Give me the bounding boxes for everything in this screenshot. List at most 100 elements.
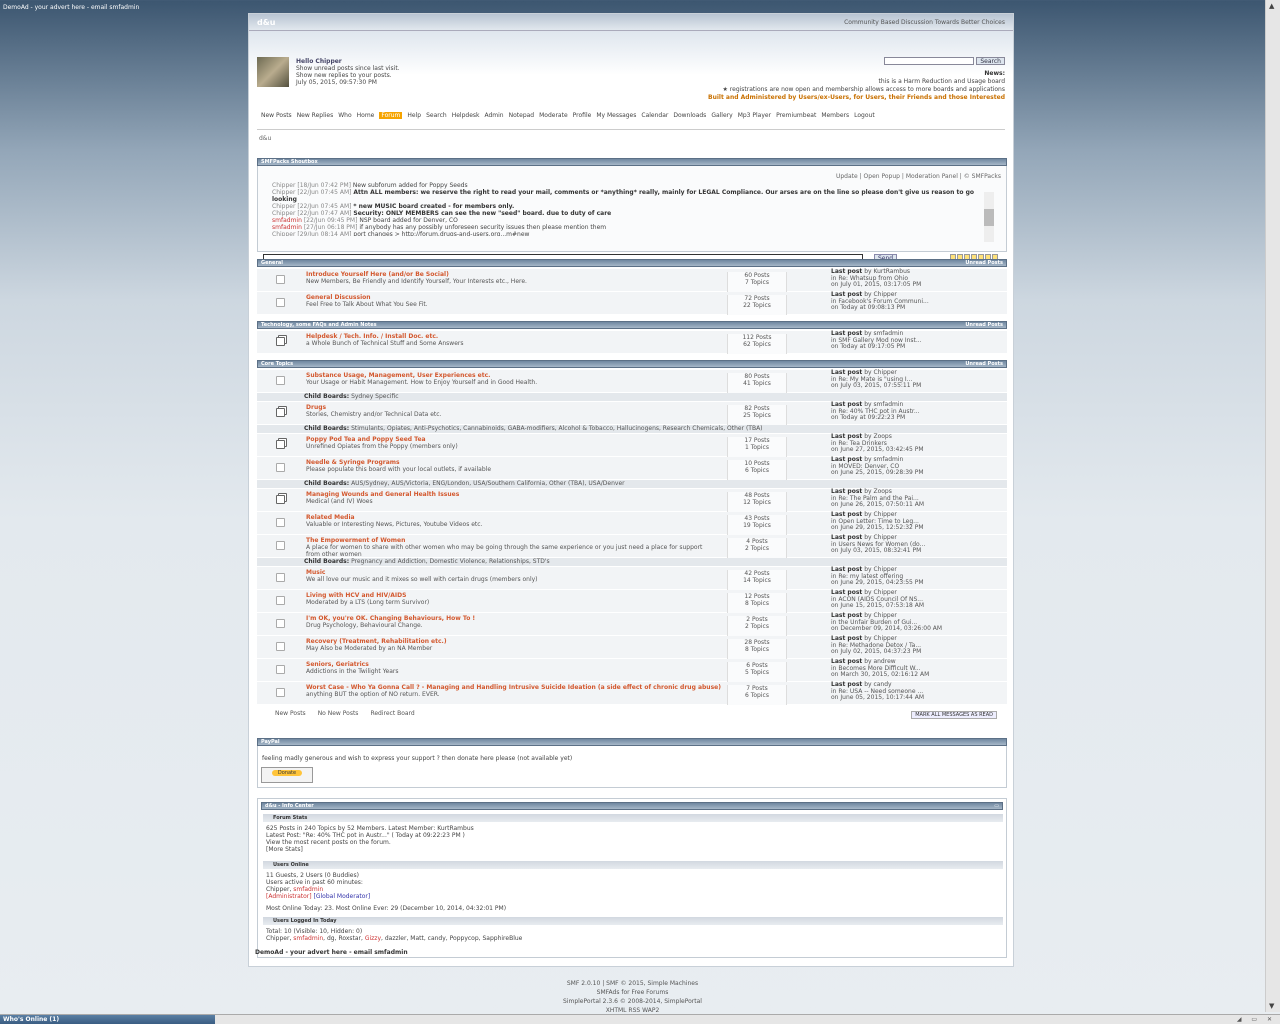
shoutbox-links[interactable]: Update | Open Popup | Moderation Panel |… xyxy=(836,173,1001,180)
menu-item-members[interactable]: Members xyxy=(821,112,849,119)
menu-item-helpdesk[interactable]: Helpdesk xyxy=(452,112,480,119)
online-user-smfadmin[interactable]: smfadmin xyxy=(293,886,323,893)
new-posts-icon[interactable] xyxy=(276,495,285,504)
last-post-author[interactable]: by Chipper xyxy=(864,369,897,376)
no-new-posts-icon[interactable] xyxy=(276,275,285,284)
menu-item-my-messages[interactable]: My Messages xyxy=(596,112,636,119)
menu-item-forum[interactable]: Forum xyxy=(379,112,403,119)
shout-user[interactable]: Chipper xyxy=(272,203,295,210)
last-post-author[interactable]: by smfadmin xyxy=(864,330,903,337)
child-boards-list[interactable]: Pregnancy and Addiction, Domestic Violen… xyxy=(351,558,550,565)
last-post-author[interactable]: by candy xyxy=(864,681,891,688)
last-post-author[interactable]: by Zoops xyxy=(864,433,892,440)
menu-item-admin[interactable]: Admin xyxy=(484,112,503,119)
role-administrator[interactable]: [Administrator] xyxy=(266,893,312,900)
online-user-chipper[interactable]: Chipper xyxy=(266,886,289,893)
shoutbox-scroll-thumb[interactable] xyxy=(984,209,994,226)
today-user[interactable]: candy xyxy=(428,935,446,942)
child-boards-list[interactable]: Sydney Specific xyxy=(351,393,398,400)
whos-online-label[interactable]: Who's Online (1) xyxy=(0,1015,215,1024)
board-name[interactable]: Introduce Yourself Here (and/or Be Socia… xyxy=(306,271,449,278)
shout-user[interactable]: Chipper xyxy=(272,231,295,236)
last-post-author[interactable]: by Chipper xyxy=(864,291,897,298)
search-button[interactable]: Search xyxy=(976,57,1005,65)
today-user[interactable]: dazzler xyxy=(385,935,407,942)
new-replies-link[interactable]: Show new replies to your posts. xyxy=(296,72,400,79)
board-name[interactable]: Managing Wounds and General Health Issue… xyxy=(306,491,459,498)
stats-recent-posts-link[interactable]: View the most recent posts on the forum. xyxy=(266,839,474,846)
no-new-posts-icon[interactable] xyxy=(276,642,285,651)
unread-posts-link[interactable]: Unread Posts xyxy=(965,361,1003,367)
board-name[interactable]: Helpdesk / Tech. Info. / Install Doc. et… xyxy=(306,333,438,340)
unread-posts-link[interactable]: Unread Posts xyxy=(965,260,1003,266)
footer-smf[interactable]: SMF 2.0.10 | SMF © 2015, Simple Machines xyxy=(0,979,1265,988)
no-new-posts-icon[interactable] xyxy=(276,688,285,697)
today-user[interactable]: Chipper xyxy=(266,935,289,942)
last-post-author[interactable]: by smfadmin xyxy=(864,456,903,463)
menu-item-mp3-player[interactable]: Mp3 Player xyxy=(738,112,771,119)
last-post-author[interactable]: by KurtRambus xyxy=(864,268,910,275)
no-new-posts-icon[interactable] xyxy=(276,619,285,628)
new-posts-icon[interactable] xyxy=(276,337,285,346)
last-post-author[interactable]: by Chipper xyxy=(864,511,897,518)
today-user[interactable]: Gizzy xyxy=(365,935,381,942)
board-name[interactable]: Needle & Syringe Programs xyxy=(306,459,400,466)
last-post-author[interactable]: by Chipper xyxy=(864,612,897,619)
shout-user[interactable]: Chipper xyxy=(272,182,295,189)
category-title[interactable]: Core Topics xyxy=(261,361,293,367)
collapse-icon[interactable]: ▭ xyxy=(994,803,999,809)
today-user[interactable]: smfadmin xyxy=(293,935,323,942)
menu-item-help[interactable]: Help xyxy=(407,112,421,119)
more-stats-link[interactable]: [More Stats] xyxy=(266,846,474,853)
footer-simpleportal[interactable]: SimplePortal 2.3.6 © 2008-2014, SimplePo… xyxy=(0,997,1265,1006)
category-title[interactable]: Technology, some FAQs and Admin Notes xyxy=(261,322,377,328)
shoutbox-scrollbar[interactable] xyxy=(984,192,994,242)
board-name[interactable]: Worst Case - Who Ya Gonna Call ? - Manag… xyxy=(306,684,721,691)
new-posts-icon[interactable] xyxy=(276,408,285,417)
category-title[interactable]: General xyxy=(261,260,283,266)
board-name[interactable]: Recovery (Treatment, Rehabilitation etc.… xyxy=(306,638,447,645)
no-new-posts-icon[interactable] xyxy=(276,298,285,307)
no-new-posts-icon[interactable] xyxy=(276,376,285,385)
menu-item-new-posts[interactable]: New Posts xyxy=(261,112,292,119)
board-name[interactable]: Living with HCV and HIV/AIDS xyxy=(306,592,406,599)
no-new-posts-icon[interactable] xyxy=(276,573,285,582)
menu-item-notepad[interactable]: Notepad xyxy=(509,112,535,119)
search-input[interactable] xyxy=(884,57,975,65)
last-post-author[interactable]: by smfadmin xyxy=(864,401,903,408)
last-post-author[interactable]: by andrew xyxy=(864,658,896,665)
menu-item-moderate[interactable]: Moderate xyxy=(539,112,568,119)
avatar[interactable] xyxy=(257,57,289,87)
breadcrumb[interactable]: d&u xyxy=(259,135,271,142)
board-name[interactable]: Drugs xyxy=(306,404,326,411)
unread-posts-link[interactable]: Unread Posts xyxy=(965,322,1003,328)
scroll-up-icon[interactable]: ▲ xyxy=(1269,2,1274,10)
last-post-author[interactable]: by Zoops xyxy=(864,488,892,495)
menu-item-new-replies[interactable]: New Replies xyxy=(297,112,334,119)
shout-user[interactable]: Chipper xyxy=(272,189,295,196)
today-user[interactable]: Matt xyxy=(410,935,424,942)
forum-name[interactable]: d&u xyxy=(257,18,275,27)
board-name[interactable]: Music xyxy=(306,569,325,576)
last-post-author[interactable]: by Chipper xyxy=(864,566,897,573)
menu-item-premiumbeat[interactable]: Premiumbeat xyxy=(776,112,816,119)
board-name[interactable]: General Discussion xyxy=(306,294,371,301)
page-scrollbar[interactable]: ▲ ▼ xyxy=(1265,0,1280,1012)
menu-item-home[interactable]: Home xyxy=(357,112,375,119)
menu-item-profile[interactable]: Profile xyxy=(573,112,592,119)
child-boards-list[interactable]: Stimulants, Opiates, Anti-Psychotics, Ca… xyxy=(351,425,762,432)
board-name[interactable]: Related Media xyxy=(306,514,355,521)
role-global-moderator[interactable]: [Global Moderator] xyxy=(314,893,371,900)
no-new-posts-icon[interactable] xyxy=(276,596,285,605)
menu-item-logout[interactable]: Logout xyxy=(854,112,875,119)
no-new-posts-icon[interactable] xyxy=(276,541,285,550)
no-new-posts-icon[interactable] xyxy=(276,665,285,674)
bar-controls[interactable]: ◢ ▭ ✕ xyxy=(1237,1015,1276,1024)
no-new-posts-icon[interactable] xyxy=(276,518,285,527)
menu-item-who[interactable]: Who xyxy=(338,112,351,119)
footer-smfads[interactable]: SMFAds for Free Forums xyxy=(0,988,1265,997)
mark-all-read-button[interactable]: MARK ALL MESSAGES AS READ xyxy=(911,711,997,719)
last-post-author[interactable]: by Chipper xyxy=(864,635,897,642)
shout-user[interactable]: smfadmin xyxy=(272,217,302,224)
donate-button[interactable]: Donate xyxy=(261,767,313,783)
